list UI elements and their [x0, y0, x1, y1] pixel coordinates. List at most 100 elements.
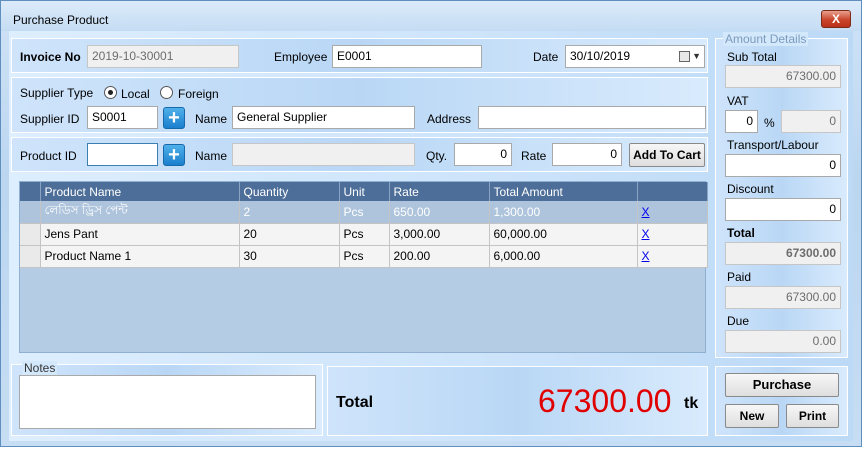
cell-remove: X: [637, 223, 708, 246]
rate-field[interactable]: 0: [552, 143, 622, 166]
print-button[interactable]: Print: [786, 404, 839, 428]
cart-table: Product Name Quantity Unit Rate Total Am…: [20, 182, 708, 268]
product-name-field[interactable]: [232, 143, 415, 166]
row-selector[interactable]: [20, 223, 41, 246]
notes-field[interactable]: [19, 375, 316, 429]
date-value: 30/10/2019: [570, 49, 631, 63]
total-currency: tk: [684, 395, 699, 412]
add-supplier-button[interactable]: +: [163, 107, 185, 129]
table-row[interactable]: Product Name 1 30 Pcs 200.00 6,000.00 X: [20, 245, 708, 268]
cell-quantity: 2: [239, 201, 340, 224]
col-total-amount[interactable]: Total Amount: [489, 182, 638, 201]
qty-label: Qty.: [426, 149, 448, 163]
remove-item-link[interactable]: X: [642, 227, 650, 241]
date-label: Date: [533, 50, 559, 64]
radio-local[interactable]: [104, 86, 117, 99]
transport-label: Transport/Labour: [727, 138, 819, 152]
cell-rate: 3,000.00: [389, 223, 490, 246]
row-selector[interactable]: [20, 201, 41, 224]
cell-product-name: Product Name 1: [40, 245, 240, 268]
vat-label: VAT: [727, 94, 749, 108]
vat-amount-field[interactable]: 0: [781, 110, 841, 133]
cell-unit: Pcs: [339, 245, 390, 268]
product-id-label: Product ID: [20, 149, 77, 163]
cell-remove: X: [637, 201, 708, 224]
cell-rate: 650.00: [389, 201, 490, 224]
col-unit[interactable]: Unit: [339, 182, 390, 201]
radio-local-label[interactable]: Local: [121, 87, 150, 101]
supplier-name-field[interactable]: General Supplier: [232, 106, 415, 129]
cell-product-name: Jens Pant: [40, 223, 240, 246]
discount-label: Discount: [727, 182, 774, 196]
plus-icon: +: [168, 107, 180, 129]
invoice-no-label: Invoice No: [20, 50, 81, 64]
discount-field[interactable]: 0: [725, 198, 841, 221]
add-to-cart-button[interactable]: Add To Cart: [629, 143, 705, 167]
total-label: Total: [336, 394, 374, 411]
form-body: Invoice No 2019-10-30001 Employee E0001 …: [9, 31, 853, 441]
details-total-field[interactable]: 67300.00: [725, 242, 841, 265]
col-product-name[interactable]: Product Name: [40, 182, 240, 201]
cell-product-name: লেডিস ড্রিস পেন্ট: [40, 201, 240, 224]
col-quantity[interactable]: Quantity: [239, 182, 340, 201]
actions-panel: Purchase New Print: [715, 366, 848, 436]
transport-field[interactable]: 0: [725, 154, 841, 177]
supplier-panel: Supplier Type Local Foreign Supplier ID …: [11, 77, 708, 133]
calendar-icon[interactable]: [679, 51, 690, 62]
chevron-down-icon[interactable]: ▼: [692, 46, 701, 67]
percent-sign: %: [764, 116, 775, 130]
amount-details-title: Amount Details: [723, 32, 809, 46]
product-panel: Product ID + Name Qty. 0 Rate 0 Add To C…: [11, 137, 708, 172]
address-label: Address: [427, 112, 472, 126]
cell-quantity: 30: [239, 245, 340, 268]
details-total-label: Total: [727, 226, 755, 240]
employee-label: Employee: [274, 50, 328, 64]
paid-label: Paid: [727, 270, 752, 284]
date-picker[interactable]: 30/10/2019 ▼: [565, 45, 705, 68]
invoice-no-field[interactable]: 2019-10-30001: [87, 45, 239, 68]
cart-grid[interactable]: Product Name Quantity Unit Rate Total Am…: [19, 181, 708, 353]
notes-label: Notes: [22, 361, 58, 375]
cell-quantity: 20: [239, 223, 340, 246]
amount-details-panel: Amount Details Sub Total 67300.00 VAT 0 …: [715, 32, 848, 358]
remove-item-link[interactable]: X: [642, 249, 650, 263]
total-panel: Total 67300.00 tk: [327, 366, 708, 436]
vat-percent-field[interactable]: 0: [725, 110, 758, 133]
due-field[interactable]: 0.00: [725, 330, 841, 353]
due-label: Due: [727, 314, 750, 328]
col-rate[interactable]: Rate: [389, 182, 490, 201]
supplier-type-label: Supplier Type: [20, 86, 94, 100]
cell-total: 1,300.00: [489, 201, 638, 224]
radio-foreign-label[interactable]: Foreign: [178, 87, 219, 101]
cell-total: 60,000.00: [489, 223, 638, 246]
sub-total-field[interactable]: 67300.00: [725, 65, 841, 88]
radio-foreign[interactable]: [160, 86, 173, 99]
col-remove[interactable]: [637, 182, 708, 201]
address-field[interactable]: [478, 106, 706, 129]
purchase-product-window: Purchase Product X Invoice No 2019-10-30…: [0, 0, 862, 447]
cell-total: 6,000.00: [489, 245, 638, 268]
row-header-corner: [20, 182, 41, 201]
table-row[interactable]: লেডিস ড্রিস পেন্ট 2 Pcs 650.00 1,300.00 …: [20, 201, 708, 224]
supplier-id-field[interactable]: S0001: [87, 106, 158, 129]
add-product-button[interactable]: +: [163, 144, 185, 166]
plus-icon: +: [168, 144, 180, 166]
purchase-button[interactable]: Purchase: [725, 373, 839, 397]
paid-field[interactable]: 67300.00: [725, 286, 841, 309]
row-selector[interactable]: [20, 245, 41, 268]
remove-item-link[interactable]: X: [642, 205, 650, 219]
product-id-field[interactable]: [87, 143, 158, 166]
title-bar: Purchase Product X: [1, 1, 861, 31]
qty-field[interactable]: 0: [454, 143, 512, 166]
notes-panel: Notes: [11, 361, 323, 436]
supplier-id-label: Supplier ID: [20, 112, 80, 126]
table-row[interactable]: Jens Pant 20 Pcs 3,000.00 60,000.00 X: [20, 223, 708, 246]
product-name-label: Name: [195, 149, 228, 163]
total-amount: 67300.00: [538, 383, 672, 419]
supplier-name-label: Name: [195, 112, 228, 126]
sub-total-label: Sub Total: [727, 50, 777, 64]
close-button[interactable]: X: [821, 10, 851, 28]
rate-label: Rate: [521, 149, 547, 163]
new-button[interactable]: New: [725, 404, 779, 428]
employee-field[interactable]: E0001: [332, 45, 482, 68]
